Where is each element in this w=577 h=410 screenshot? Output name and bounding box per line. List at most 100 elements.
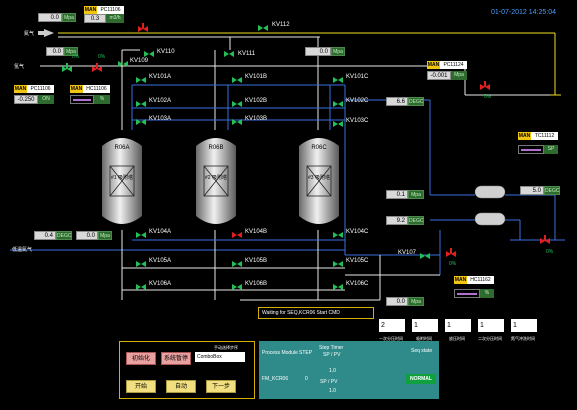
tc11112-output-bar [518, 145, 544, 154]
kv112-valve[interactable] [258, 20, 269, 31]
kv105a-valve[interactable] [136, 256, 147, 267]
kv102c-label: KV102C [346, 98, 369, 104]
lowtemp-value: 0.4 [34, 231, 56, 240]
pc11124-mode[interactable]: MAN [427, 61, 440, 69]
message-box: Waiting for SEQ,KCR06 Start CMD [258, 307, 374, 319]
pause-button[interactable]: 系统暂停 [161, 352, 191, 365]
lowtemp-gas-label: 低温氮气 [12, 247, 33, 253]
pc11124-pv: -0.001 [427, 71, 451, 80]
step-combobox[interactable]: ComboBox [195, 352, 245, 362]
timer-label-4: 二次分压时间 [478, 336, 502, 341]
pc11124-pct: 0% [484, 94, 492, 100]
kv106b-label: KV106B [245, 281, 268, 287]
kv102c-valve[interactable] [333, 96, 344, 107]
tc11112-sp: SP [544, 145, 558, 154]
kv112-label: KV112 [272, 22, 290, 28]
timer-input-4[interactable]: 1 [478, 319, 504, 332]
small-pct-label: 0% [98, 54, 106, 60]
t1-value: 9.2 [386, 216, 408, 225]
reactor-r06c-label: #3 吸附塔 [308, 175, 330, 181]
kv106c-valve[interactable] [333, 279, 344, 290]
kv110-valve[interactable] [144, 46, 155, 57]
kv101a-valve[interactable] [136, 72, 147, 83]
pcv11124-valve[interactable] [480, 80, 491, 90]
seq-state-text: NORMAL [410, 376, 432, 382]
kv104c-valve[interactable] [333, 227, 344, 238]
start-button[interactable]: 开始 [126, 380, 156, 393]
kv111-valve[interactable] [224, 46, 235, 57]
step-combobox-value: ComboBox [197, 354, 222, 360]
n2-label: 氮气 [24, 31, 35, 37]
bottom-right-value: 0.0 [386, 297, 408, 306]
kv106a-valve[interactable] [136, 279, 147, 290]
pc11106-unit: m3/h [106, 14, 124, 23]
kv111-label: KV111 [238, 51, 256, 57]
kv110-label: KV110 [157, 49, 175, 55]
kv103a-valve[interactable] [136, 114, 147, 125]
lowtemp-unit: DEGC [56, 231, 72, 240]
lowtemp-unit2: Mpa [98, 231, 112, 240]
kv106c-label: KV106C [346, 281, 369, 287]
col-step: STEP [299, 350, 313, 356]
kv105b-valve[interactable] [232, 256, 243, 267]
hx-temp-value: 5.0 [520, 186, 544, 195]
kv101b-valve[interactable] [232, 72, 243, 83]
kv102b-valve[interactable] [232, 96, 243, 107]
timer-sp-pv-label: SP / PV [320, 379, 338, 385]
bottom-right-unit: Mpa [408, 297, 424, 306]
kv105c-valve[interactable] [333, 256, 344, 267]
p1-value: 0.1 [386, 190, 408, 199]
hc11162-output-bar [454, 289, 480, 298]
kv109-label: KV109 [130, 58, 149, 64]
process-module-value: FM_KCR06 [262, 376, 289, 382]
kv101b-label: KV101B [245, 74, 268, 80]
valve-red-top[interactable] [138, 22, 149, 32]
flow-value: 0.0 [46, 47, 64, 56]
hc11106-mode[interactable]: MAN [14, 85, 27, 93]
valve-a-pct: 0% [449, 261, 457, 267]
kv105c-label: KV105C [346, 258, 369, 264]
green-pct-label: 0% [72, 54, 80, 60]
kv101c-valve[interactable] [333, 72, 344, 83]
hc11106-tag-b: HC11106 [83, 85, 110, 93]
hc11106-mode-b[interactable]: MAN [70, 85, 83, 93]
timer-input-2[interactable]: 1 [412, 319, 438, 332]
kv105b-label: KV105B [245, 258, 268, 264]
right-top-value: 0.0 [305, 47, 331, 56]
kv103b-label: KV103B [245, 116, 268, 122]
tcv-red-valve-a[interactable] [446, 247, 457, 257]
timer-input-1[interactable]: 2 [379, 319, 405, 332]
hc11106-pct: % [94, 95, 110, 104]
kv103b-valve[interactable] [232, 114, 243, 125]
init-button[interactable]: 初始化 [126, 352, 156, 365]
kv103c-valve[interactable] [333, 116, 344, 127]
kv109-valve[interactable] [118, 56, 129, 67]
reactor-r06c-name: R06C [311, 145, 327, 151]
kv104a-valve[interactable] [136, 227, 147, 238]
tcv-red-valve-b[interactable] [540, 234, 551, 244]
hcv-green-valve[interactable] [62, 62, 73, 72]
kv104b-valve[interactable] [232, 227, 243, 238]
kv107-label: KV107 [398, 250, 417, 256]
top-left-unit: Mpa [62, 13, 76, 22]
pc11106-mode[interactable]: MAN [84, 6, 97, 14]
hc11162-mode[interactable]: MAN [454, 276, 467, 284]
timer-input-3[interactable]: 1 [445, 319, 471, 332]
reactor-r06b-label: #2 吸附塔 [205, 175, 227, 181]
col-seq-state: Seq state [411, 348, 433, 354]
hc11162-tag: HC11162 [467, 276, 494, 284]
kv102b-label: KV102B [245, 98, 268, 104]
hcv-red-valve[interactable] [92, 62, 103, 72]
timer-input-5[interactable]: 1 [511, 319, 537, 332]
kv106b-valve[interactable] [232, 279, 243, 290]
kv104b-label: KV104B [245, 229, 268, 235]
auto-button[interactable]: 自动 [166, 380, 196, 393]
p1-unit: Mpa [408, 190, 424, 199]
next-step-button[interactable]: 下一步 [206, 380, 236, 393]
kv107-valve[interactable] [420, 248, 431, 259]
kv102a-valve[interactable] [136, 96, 147, 107]
mid-temp-value: 6.6 [386, 97, 408, 106]
tc11112-mode[interactable]: MAN [518, 132, 531, 140]
kv105a-label: KV105A [149, 258, 172, 264]
h2-label: 氢气 [14, 64, 25, 70]
